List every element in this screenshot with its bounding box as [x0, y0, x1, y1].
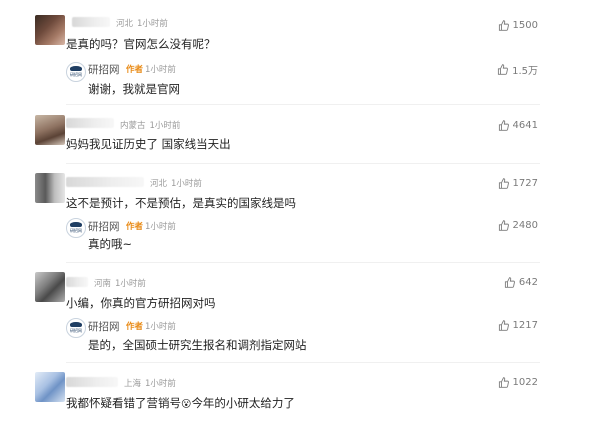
- username-blurred[interactable]: [72, 17, 110, 27]
- comment-time: 1小时前: [137, 19, 168, 29]
- comment-text: 是真的吗？官网怎么没有呢？: [66, 37, 216, 51]
- comment-text: 妈妈我见证历史了 国家线当天出: [66, 137, 231, 151]
- username-blurred[interactable]: [66, 118, 114, 128]
- reply-time: 1小时前: [145, 65, 176, 75]
- like-count: 1022: [512, 377, 538, 388]
- avatar[interactable]: [35, 272, 65, 302]
- comment-location: 河北: [116, 19, 134, 29]
- like-count: 1500: [512, 20, 538, 31]
- yanzhaowang-logo[interactable]: 研招网: [66, 62, 86, 82]
- comment-text: 我都怀疑看错了营销号😮今年的小研太给力了: [66, 395, 295, 411]
- comment-meta: 内蒙古 1小时前: [120, 119, 180, 131]
- thumbs-up-icon: [498, 64, 509, 75]
- username-blurred[interactable]: [66, 177, 144, 187]
- comment-text: 小编，你真的官方研招网对吗: [66, 296, 216, 310]
- avatar[interactable]: [35, 173, 65, 203]
- thumbs-up-icon: [498, 178, 509, 189]
- avatar[interactable]: [35, 15, 65, 45]
- thumbs-up-icon: [498, 120, 509, 131]
- author-badge: 作者: [126, 222, 144, 232]
- like-button[interactable]: 4641: [498, 120, 538, 131]
- comment-meta: 河南 1小时前: [94, 277, 146, 289]
- like-button[interactable]: 1022: [498, 377, 538, 388]
- comment-text-part: 我都怀疑看错了营销号: [66, 396, 181, 410]
- comment-location: 上海: [124, 379, 142, 389]
- comment-meta: 河北 1小时前: [150, 177, 202, 189]
- like-button[interactable]: 1.5万: [497, 62, 538, 77]
- like-count: 4641: [512, 120, 538, 131]
- reply-author-name[interactable]: 研招网: [88, 62, 120, 77]
- avatar[interactable]: [35, 115, 65, 145]
- surprised-emoji-icon: 😮: [181, 399, 192, 410]
- comment-text-part: 今年的小研太给力了: [191, 396, 295, 410]
- logo-text: 研招网: [70, 72, 82, 77]
- like-count: 642: [518, 277, 538, 288]
- comment-time: 1小时前: [115, 279, 146, 289]
- comment-meta: 上海 1小时前: [124, 377, 176, 389]
- logo-text: 研招网: [70, 228, 82, 233]
- thumbs-up-icon: [498, 377, 509, 388]
- reply-text: 谢谢，我就是官网: [88, 82, 180, 96]
- divider: [66, 163, 540, 164]
- username-blurred[interactable]: [66, 277, 88, 287]
- reply-text: 是的，全国硕士研究生报名和调剂指定网站: [88, 338, 307, 352]
- like-count: 1.5万: [512, 66, 538, 77]
- reply-time: 1小时前: [145, 222, 176, 232]
- avatar[interactable]: [35, 372, 65, 402]
- like-count: 2480: [512, 220, 538, 231]
- logo-text: 研招网: [70, 328, 82, 333]
- like-button[interactable]: 2480: [498, 220, 538, 231]
- reply-time: 1小时前: [145, 322, 176, 332]
- thumbs-up-icon: [504, 277, 515, 288]
- like-button[interactable]: 1727: [498, 178, 538, 189]
- author-badge: 作者: [126, 65, 144, 75]
- like-button[interactable]: 1217: [498, 320, 538, 331]
- reply-author-name[interactable]: 研招网: [88, 219, 120, 234]
- comment-meta: 河北 1小时前: [116, 17, 168, 29]
- username-blurred[interactable]: [66, 377, 118, 387]
- comment-location: 河南: [94, 279, 112, 289]
- like-button[interactable]: 642: [504, 277, 538, 288]
- like-button[interactable]: 1500: [498, 20, 538, 31]
- divider: [66, 262, 540, 263]
- comment-time: 1小时前: [145, 379, 176, 389]
- thumbs-up-icon: [498, 220, 509, 231]
- yanzhaowang-logo[interactable]: 研招网: [66, 318, 86, 338]
- thumbs-up-icon: [498, 20, 509, 31]
- author-badge: 作者: [126, 322, 144, 332]
- reply-author-name[interactable]: 研招网: [88, 319, 120, 334]
- comment-text: 这不是预计，不是预估，是真实的国家线是吗: [66, 196, 296, 210]
- divider: [66, 362, 540, 363]
- comment-location: 河北: [150, 179, 168, 189]
- comment-time: 1小时前: [171, 179, 202, 189]
- comment-time: 1小时前: [149, 121, 181, 131]
- like-count: 1217: [512, 320, 538, 331]
- divider: [66, 104, 540, 105]
- reply-text: 真的哦~: [88, 237, 133, 251]
- yanzhaowang-logo[interactable]: 研招网: [66, 218, 86, 238]
- like-count: 1727: [512, 178, 538, 189]
- comment-location: 内蒙古: [120, 121, 146, 131]
- thumbs-up-icon: [498, 320, 509, 331]
